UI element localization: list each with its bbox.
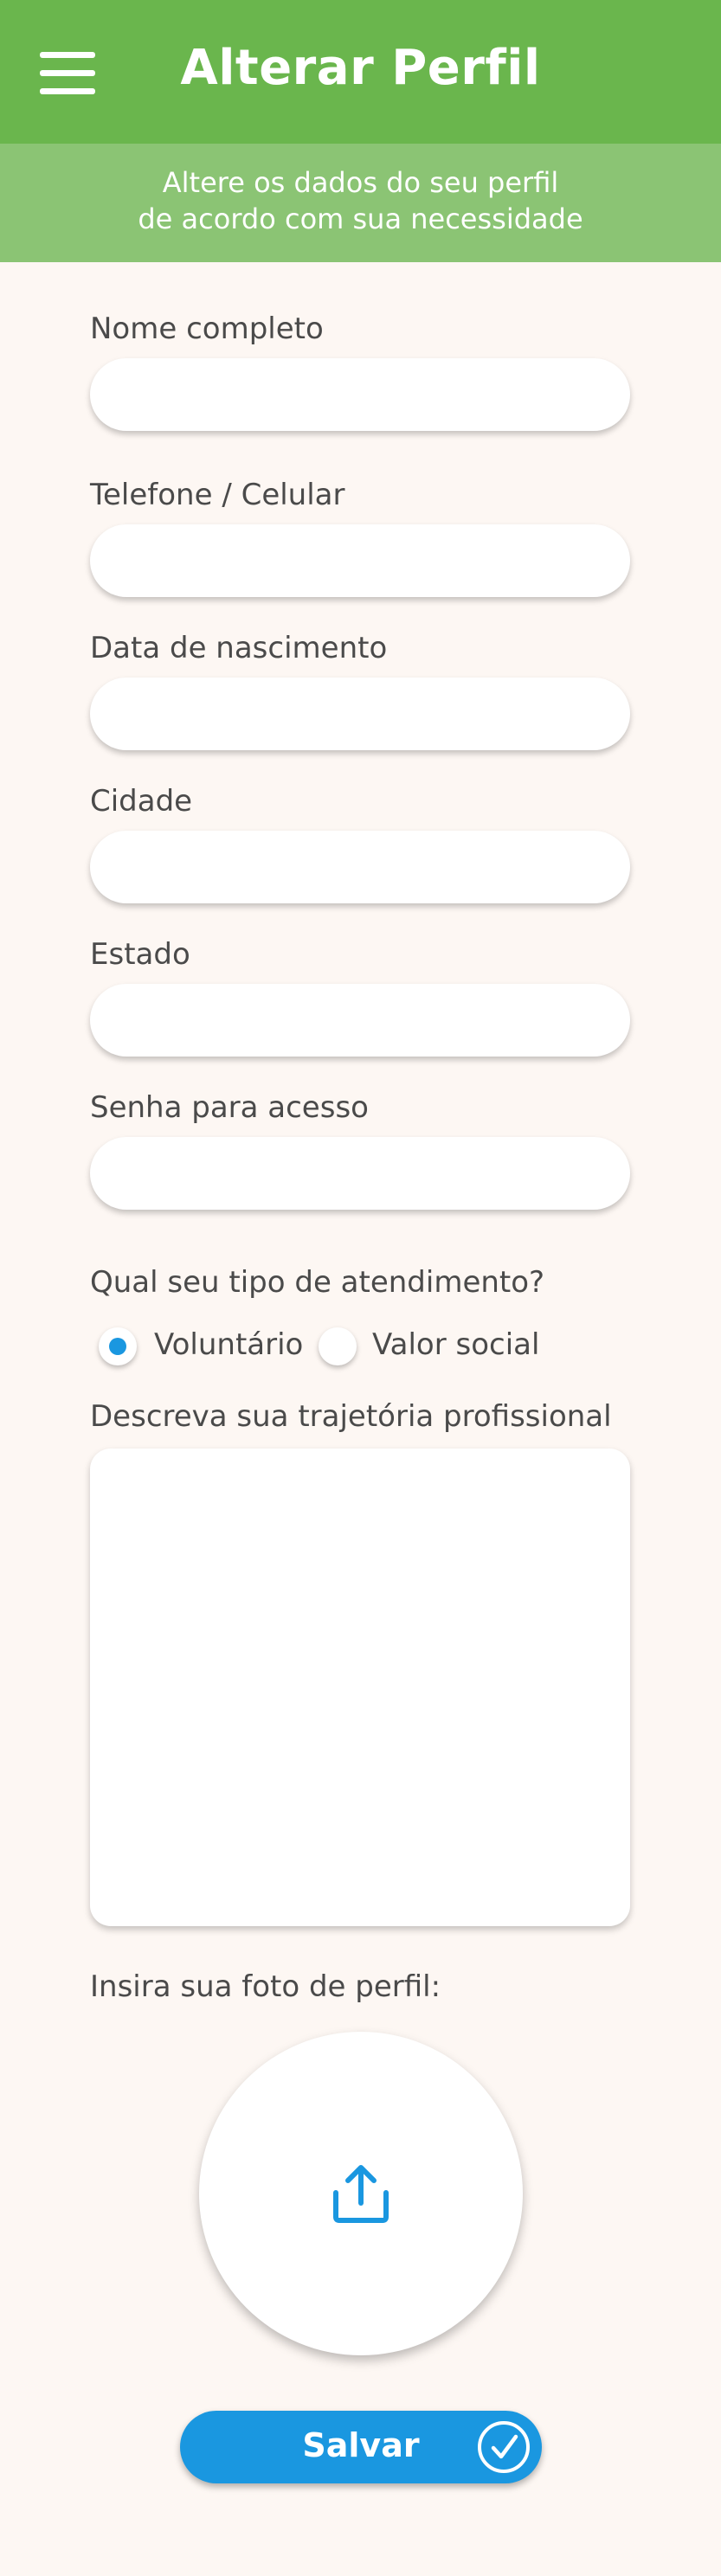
radio-voluntario[interactable] — [99, 1327, 137, 1365]
city-field[interactable] — [90, 831, 630, 903]
state-field[interactable] — [90, 984, 630, 1057]
radio-valor-social-label[interactable]: Valor social — [372, 1327, 539, 1362]
save-button[interactable]: Salvar — [180, 2411, 542, 2483]
state-label: Estado — [90, 937, 190, 972]
career-label: Descreva sua trajetória profissional — [90, 1399, 612, 1434]
birth-date-label: Data de nascimento — [90, 631, 388, 665]
full-name-label: Nome completo — [90, 312, 324, 346]
password-label: Senha para acesso — [90, 1090, 369, 1125]
photo-label: Insira sua foto de perfil: — [90, 1969, 441, 2004]
phone-label: Telefone / Celular — [90, 478, 345, 512]
attendance-radio-group: Voluntário Valor social — [90, 1322, 627, 1374]
page-subtitle: Altere os dados do seu perfil de acordo … — [0, 164, 721, 237]
career-textarea[interactable] — [90, 1449, 630, 1926]
city-label: Cidade — [90, 784, 193, 819]
subtitle-line-1: Altere os dados do seu perfil — [162, 166, 559, 199]
password-field[interactable] — [90, 1137, 630, 1210]
full-name-field[interactable] — [90, 358, 630, 431]
phone-field[interactable] — [90, 524, 630, 597]
page-title: Alterar Perfil — [180, 40, 541, 96]
check-circle-icon — [478, 2421, 530, 2473]
subtitle-line-2: de acordo com sua necessidade — [138, 202, 583, 235]
attendance-question: Qual seu tipo de atendimento? — [90, 1265, 545, 1300]
profile-photo-upload[interactable] — [199, 2032, 523, 2355]
radio-voluntario-label[interactable]: Voluntário — [154, 1327, 303, 1362]
radio-valor-social[interactable] — [319, 1327, 357, 1365]
birth-date-field[interactable] — [90, 678, 630, 750]
upload-icon — [333, 2165, 389, 2223]
